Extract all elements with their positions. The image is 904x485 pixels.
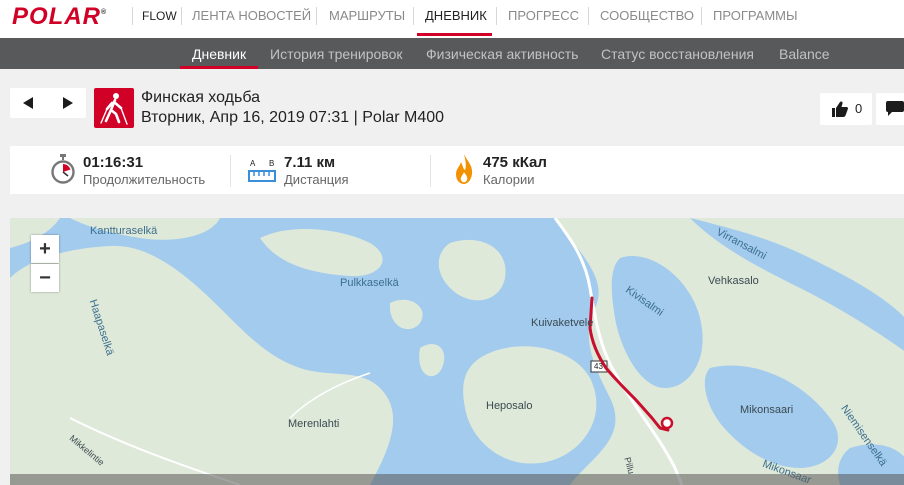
stat-divider — [430, 155, 431, 187]
map-label: Pulkkaselkä — [340, 277, 399, 289]
route-map[interactable]: + − Kantturaselkä Pulkkaselkä Haapaselkä… — [10, 218, 904, 485]
map-label: Kantturaselkä — [90, 225, 158, 237]
calories-label: Калории — [483, 172, 535, 187]
nav-item-diary[interactable]: ДНЕВНИК — [425, 8, 487, 23]
nav-divider — [701, 7, 702, 25]
nav-divider — [496, 7, 497, 25]
duration-label: Продолжительность — [83, 172, 206, 187]
map-label: Mikonsaari — [740, 404, 794, 416]
zoom-out-button[interactable]: − — [31, 264, 59, 292]
nav-divider — [588, 7, 589, 25]
previous-session-icon[interactable] — [23, 97, 33, 109]
distance-a-label: A — [250, 159, 256, 168]
top-navigation: POLAR® FLOW ЛЕНТА НОВОСТЕЙ МАРШРУТЫ ДНЕВ… — [0, 0, 904, 38]
distance-value: 7.11 км — [284, 154, 336, 171]
nav-divider — [316, 7, 317, 25]
polar-logo[interactable]: POLAR® — [12, 3, 107, 31]
map-label: Heposalo — [486, 400, 533, 412]
nav-item-community[interactable]: СООБЩЕСТВО — [600, 8, 694, 23]
map-canvas[interactable] — [10, 218, 904, 485]
distance-b-label: B — [269, 159, 275, 168]
nordic-walking-icon — [94, 88, 134, 128]
map-label: Merenlahti — [288, 418, 340, 430]
ruler-icon — [248, 170, 276, 182]
nav-item-routes[interactable]: МАРШРУТЫ — [329, 8, 405, 23]
nav-divider — [132, 7, 133, 25]
map-label: Vehkasalo — [708, 275, 759, 287]
thumbs-up-icon — [832, 101, 848, 117]
comment-icon — [886, 101, 904, 116]
session-navigator — [10, 88, 86, 118]
comment-button[interactable] — [876, 93, 904, 125]
road-number-label: 43 — [594, 362, 603, 371]
nav-flow[interactable]: FLOW — [142, 9, 177, 23]
nav-item-programs[interactable]: ПРОГРАММЫ — [713, 8, 798, 23]
flame-icon — [456, 154, 473, 184]
map-bottom-bar — [10, 474, 904, 485]
subnav-item-balance[interactable]: Balance — [779, 46, 830, 62]
active-tab-indicator — [417, 33, 492, 36]
duration-value: 01:16:31 — [83, 154, 144, 171]
next-session-icon[interactable] — [63, 97, 73, 109]
stat-divider — [230, 155, 231, 187]
subnav-item-activity[interactable]: Физическая активность — [426, 46, 578, 62]
nav-divider — [181, 7, 182, 25]
sport-title: Финская ходьба — [141, 89, 261, 106]
nav-item-feed[interactable]: ЛЕНТА НОВОСТЕЙ — [192, 8, 311, 23]
session-date-device: Вторник, Апр 16, 2019 07:31 | Polar M400 — [141, 109, 445, 126]
subnav-item-recovery[interactable]: Статус восстановления — [601, 46, 754, 62]
subnav-item-training-history[interactable]: История тренировок — [270, 46, 402, 62]
distance-label: Дистанция — [284, 172, 349, 187]
calories-value: 475 кКал — [483, 154, 547, 171]
subnav-item-diary[interactable]: Дневник — [192, 46, 246, 62]
stopwatch-icon — [51, 154, 75, 184]
sub-navigation: Дневник История тренировок Физическая ак… — [0, 38, 904, 69]
nav-item-progress[interactable]: ПРОГРЕСС — [508, 8, 579, 23]
stats-summary: 01:16:31 Продолжительность A B 7.11 км Д… — [10, 146, 904, 194]
like-count: 0 — [855, 101, 863, 116]
map-label: Kuivaketvele — [531, 317, 594, 329]
zoom-in-button[interactable]: + — [31, 235, 59, 263]
nav-divider — [413, 7, 414, 25]
active-subtab-indicator — [180, 66, 258, 69]
like-button[interactable]: 0 — [820, 93, 872, 125]
